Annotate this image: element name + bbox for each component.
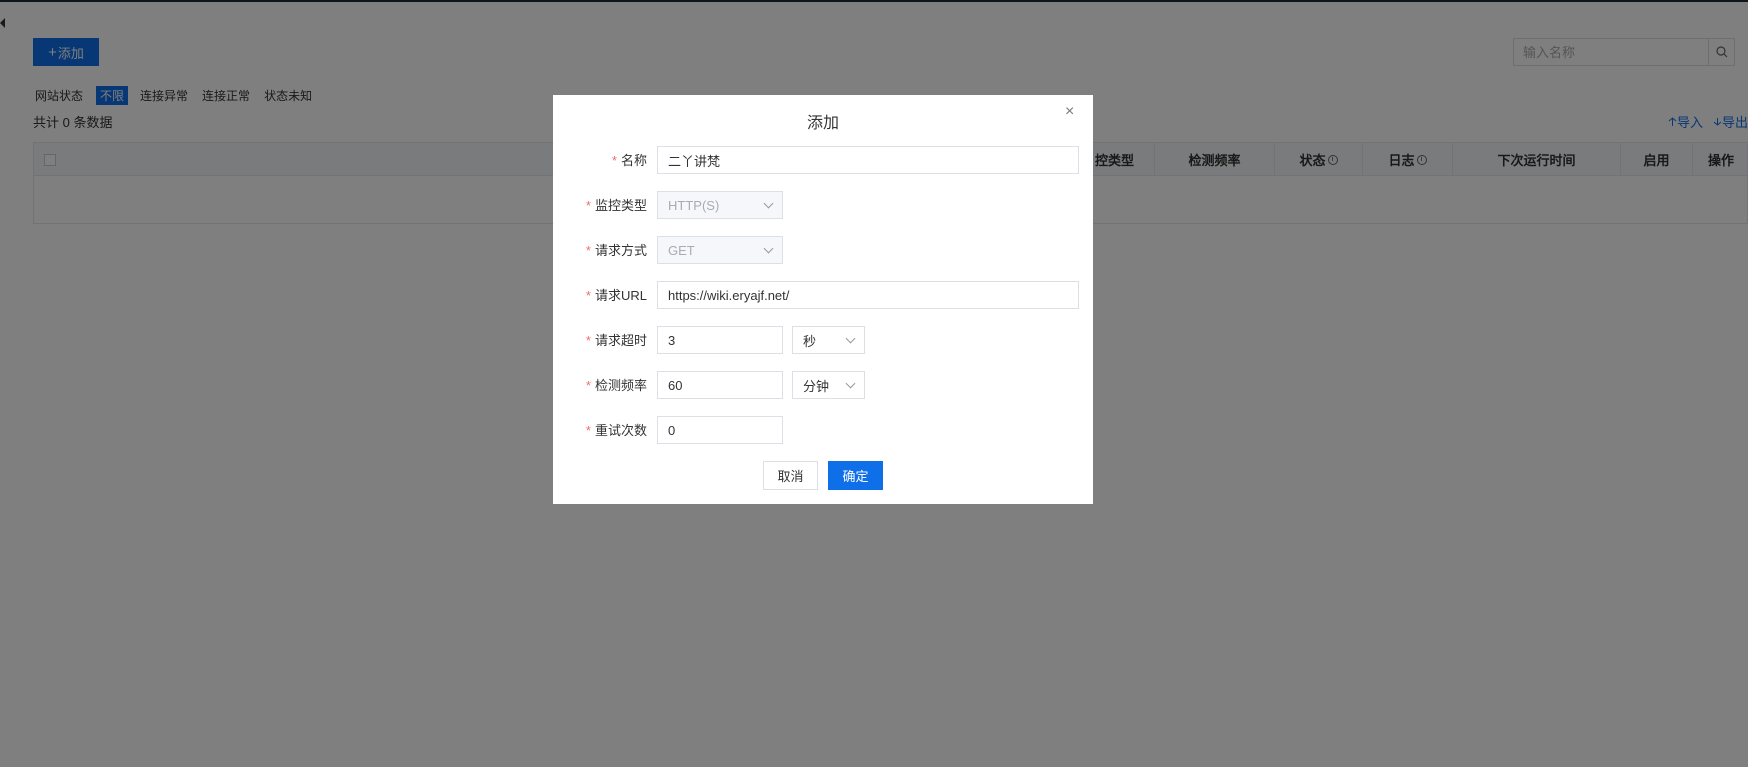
- timeout-unit-value: 秒: [803, 333, 817, 349]
- url-label-text: 请求URL: [594, 288, 647, 303]
- add-dialog: 添加 × * 名称 二丫讲梵 * 监控类型 HTTP(S) * 请求方式 GET * 请…: [553, 95, 1093, 504]
- cancel-button[interactable]: 取消: [763, 461, 818, 490]
- required-mark: *: [585, 288, 591, 303]
- close-icon[interactable]: ×: [1065, 104, 1074, 120]
- retry-input[interactable]: 0: [657, 416, 783, 444]
- required-mark: *: [585, 423, 591, 438]
- required-mark: *: [585, 198, 591, 213]
- method-label-text: 请求方式: [594, 243, 647, 258]
- url-label: * 请求URL: [553, 285, 647, 304]
- chevron-down-icon: [763, 198, 774, 209]
- frequency-unit-value: 分钟: [803, 378, 830, 394]
- timeout-label: * 请求超时: [553, 330, 647, 349]
- monitor-type-label-text: 监控类型: [594, 198, 647, 213]
- monitor-type-label: * 监控类型: [553, 195, 647, 214]
- timeout-label-text: 请求超时: [594, 333, 647, 348]
- required-mark: *: [585, 378, 591, 393]
- dialog-title: 添加: [806, 115, 839, 132]
- frequency-unit-select[interactable]: 分钟: [792, 371, 865, 399]
- required-mark: *: [585, 333, 591, 348]
- name-input[interactable]: 二丫讲梵: [657, 146, 1079, 174]
- monitor-type-value: HTTP(S): [668, 197, 720, 213]
- chevron-down-icon: [845, 333, 856, 344]
- required-mark: *: [611, 153, 617, 168]
- url-input[interactable]: https://wiki.eryajf.net/: [657, 281, 1079, 309]
- required-mark: *: [585, 243, 591, 258]
- confirm-button[interactable]: 确定: [828, 461, 883, 490]
- retry-label: * 重试次数: [553, 420, 647, 439]
- method-select[interactable]: GET: [657, 236, 783, 264]
- monitor-type-select[interactable]: HTTP(S): [657, 191, 783, 219]
- chevron-down-icon: [845, 378, 856, 389]
- retry-label-text: 重试次数: [594, 423, 647, 438]
- chevron-down-icon: [763, 243, 774, 254]
- timeout-input[interactable]: 3: [657, 326, 783, 354]
- frequency-label: * 检测频率: [553, 375, 647, 394]
- method-label: * 请求方式: [553, 240, 647, 259]
- frequency-input[interactable]: 60: [657, 371, 783, 399]
- frequency-label-text: 检测频率: [594, 378, 647, 393]
- timeout-unit-select[interactable]: 秒: [792, 326, 865, 354]
- method-value: GET: [668, 242, 695, 258]
- name-label: * 名称: [553, 150, 647, 169]
- name-label-text: 名称: [620, 153, 647, 168]
